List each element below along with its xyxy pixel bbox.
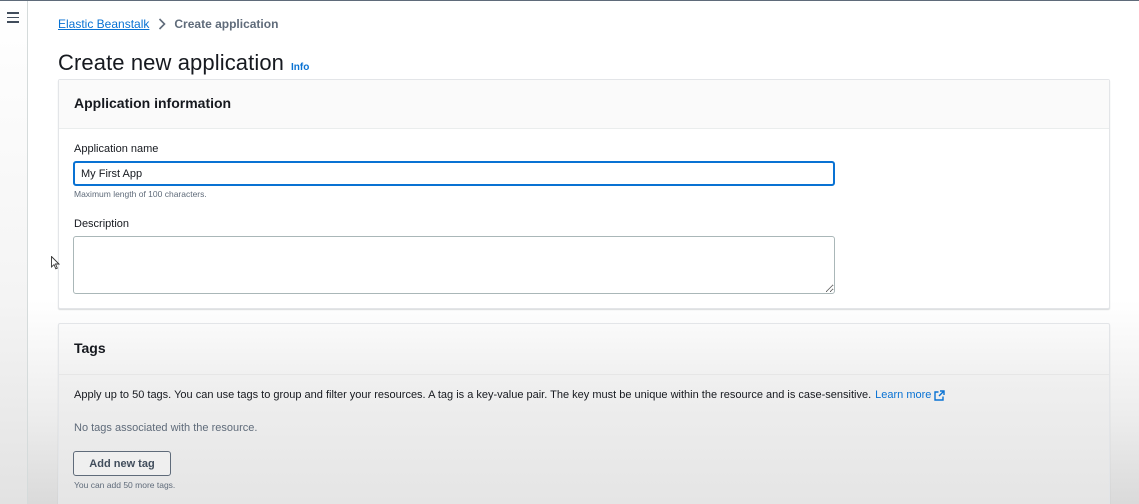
mouse-pointer-icon	[51, 255, 61, 275]
no-tags-message: No tags associated with the resource.	[74, 422, 258, 434]
tags-heading: Tags	[59, 324, 1109, 375]
application-information-panel: Application information Application name…	[58, 79, 1110, 309]
application-name-label: Application name	[74, 143, 159, 155]
breadcrumb: Elastic Beanstalk Create application	[58, 17, 278, 31]
info-link[interactable]: Info	[291, 62, 309, 73]
breadcrumb-elastic-beanstalk[interactable]: Elastic Beanstalk	[58, 17, 149, 31]
navigation-rail	[0, 1, 28, 504]
page-title: Create new application	[58, 50, 285, 75]
tags-description-text: Apply up to 50 tags. You can use tags to…	[74, 389, 872, 401]
learn-more-link[interactable]: Learn more	[875, 389, 946, 401]
application-name-input[interactable]	[73, 161, 835, 186]
tags-panel: Tags Apply up to 50 tags. You can use ta…	[58, 323, 1110, 504]
page-header: Create new application Info	[58, 50, 309, 76]
description-textarea[interactable]	[73, 236, 835, 294]
chevron-right-icon	[158, 18, 167, 30]
tags-description: Apply up to 50 tags. You can use tags to…	[74, 389, 946, 401]
application-name-hint: Maximum length of 100 characters.	[74, 189, 207, 199]
breadcrumb-current: Create application	[174, 17, 279, 31]
top-border	[0, 0, 1139, 1]
panel-heading: Application information	[59, 80, 1109, 129]
learn-more-label: Learn more	[875, 389, 932, 401]
tags-remaining-hint: You can add 50 more tags.	[74, 480, 176, 490]
external-link-icon	[934, 389, 946, 401]
add-new-tag-button[interactable]: Add new tag	[73, 451, 171, 476]
description-label: Description	[74, 218, 130, 230]
hamburger-menu-icon[interactable]	[7, 12, 19, 23]
